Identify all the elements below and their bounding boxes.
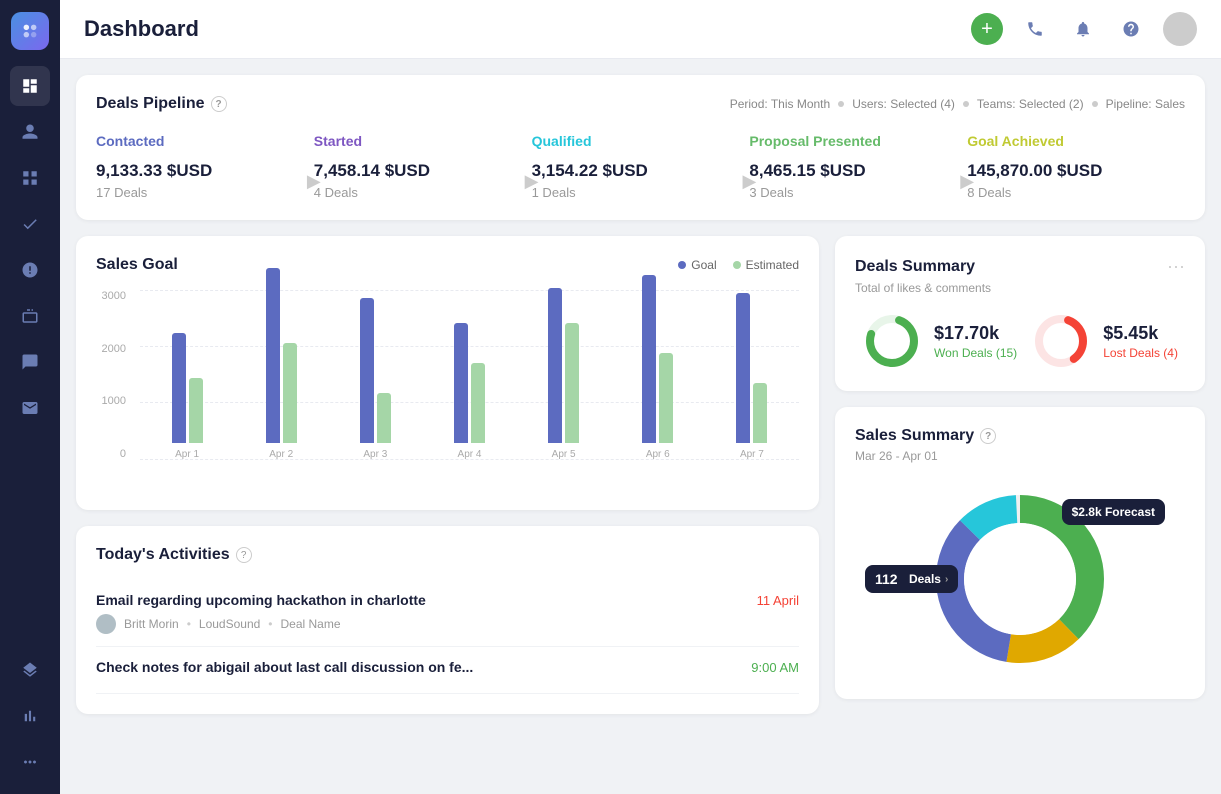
bar-group-2: Apr 2: [266, 268, 297, 460]
bar-est-4: [471, 363, 485, 443]
bar-group-1: Apr 1: [172, 333, 203, 460]
bar-group-5: Apr 5: [548, 288, 579, 460]
pipeline-stage-qualified: Qualified 3,154.22 $USD 1 Deals ▶: [532, 133, 750, 200]
add-button[interactable]: +: [971, 13, 1003, 45]
help-icon[interactable]: [1115, 13, 1147, 45]
deals-pipeline-card: Deals Pipeline ? Period: This Month User…: [76, 75, 1205, 220]
sidebar-item-dashboard[interactable]: [10, 66, 50, 106]
sales-goal-card: Sales Goal Goal Estimated: [76, 236, 819, 510]
sales-summary-card: Sales Summary ? Mar 26 - Apr 01: [835, 407, 1205, 699]
won-donut: [862, 311, 922, 371]
bar-est-1: [189, 378, 203, 443]
sidebar-item-more[interactable]: [10, 742, 50, 782]
content-area: Deals Pipeline ? Period: This Month User…: [60, 59, 1221, 794]
deals-summary-more[interactable]: ···: [1167, 256, 1185, 277]
bar-goal-5: [548, 288, 562, 443]
won-deal-info: $17.70k Won Deals (15): [934, 323, 1017, 360]
legend-estimated: Estimated: [733, 258, 799, 272]
lost-donut: [1031, 311, 1091, 371]
sidebar-item-reports[interactable]: [10, 696, 50, 736]
bar-group-3: Apr 3: [360, 298, 391, 460]
sales-summary-title-row: Sales Summary ?: [855, 427, 1185, 445]
phone-icon[interactable]: [1019, 13, 1051, 45]
stage-arrow-4: ▶: [957, 171, 977, 191]
notifications-icon[interactable]: [1067, 13, 1099, 45]
bar-goal-3: [360, 298, 374, 443]
two-col-section: Sales Goal Goal Estimated: [76, 236, 1205, 714]
chart-bars-wrapper: Apr 1 Apr 2: [140, 290, 799, 490]
deals-count-badge: 112 Deals ›: [865, 565, 958, 593]
page-title: Dashboard: [84, 16, 199, 42]
deals-summary-items: $17.70k Won Deals (15): [855, 311, 1185, 371]
pipeline-stage-goal: Goal Achieved 145,870.00 $USD 8 Deals: [967, 133, 1185, 200]
right-column: Deals Summary ··· Total of likes & comme…: [835, 236, 1205, 714]
sidebar-item-grid[interactable]: [10, 158, 50, 198]
activity-item-2: Check notes for abigail about last call …: [96, 647, 799, 694]
sidebar-item-messages[interactable]: [10, 342, 50, 382]
goal-dot: [678, 261, 686, 269]
chart-header: Sales Goal Goal Estimated: [96, 256, 799, 274]
sidebar-item-finance[interactable]: [10, 250, 50, 290]
sidebar: [0, 0, 60, 794]
bar-group-7: Apr 7: [736, 293, 767, 460]
header: Dashboard +: [60, 0, 1221, 59]
activity-meta-1: Britt Morin • LoudSound • Deal Name: [96, 614, 799, 634]
pipeline-stage-proposal: Proposal Presented 8,465.15 $USD 3 Deals…: [749, 133, 967, 200]
pipeline-header: Deals Pipeline ? Period: This Month User…: [96, 95, 1185, 113]
activity-item-1: Email regarding upcoming hackathon in ch…: [96, 580, 799, 647]
bar-group-6: Apr 6: [642, 275, 673, 460]
bar-group-4: Apr 4: [454, 323, 485, 460]
sales-summary-help-icon[interactable]: ?: [980, 428, 996, 444]
stage-arrow-3: ▶: [739, 171, 759, 191]
sidebar-item-email[interactable]: [10, 388, 50, 428]
deals-summary-header: Deals Summary ···: [855, 256, 1185, 277]
header-actions: +: [971, 12, 1197, 46]
activity-avatar-1: [96, 614, 116, 634]
pipeline-stage-contacted: Contacted 9,133.33 $USD 17 Deals ▶: [96, 133, 314, 200]
sales-donut-area: 112 Deals › $2.8k Forecast: [855, 479, 1185, 679]
app-logo[interactable]: [11, 12, 49, 50]
bar-goal-1: [172, 333, 186, 443]
bar-goal-2: [266, 268, 280, 443]
bar-goal-4: [454, 323, 468, 443]
y-axis: 3000 2000 1000 0: [96, 290, 132, 460]
pipeline-stages: Contacted 9,133.33 $USD 17 Deals ▶ Start…: [96, 133, 1185, 200]
user-avatar[interactable]: [1163, 12, 1197, 46]
main-content: Dashboard + Deals Pipeline ?: [60, 0, 1221, 794]
legend-goal: Goal: [678, 258, 716, 272]
left-column: Sales Goal Goal Estimated: [76, 236, 819, 714]
activities-help-icon[interactable]: ?: [236, 547, 252, 563]
pipeline-stage-started: Started 7,458.14 $USD 4 Deals ▶: [314, 133, 532, 200]
forecast-badge: $2.8k Forecast: [1062, 499, 1165, 525]
sidebar-item-products[interactable]: [10, 296, 50, 336]
lost-deal-info: $5.45k Lost Deals (4): [1103, 323, 1178, 360]
pipeline-title: Deals Pipeline ?: [96, 95, 227, 113]
chart-area: 3000 2000 1000 0: [96, 290, 799, 490]
deals-summary-card: Deals Summary ··· Total of likes & comme…: [835, 236, 1205, 391]
activities-header: Today's Activities ?: [96, 546, 799, 564]
pipeline-help-icon[interactable]: ?: [211, 96, 227, 112]
won-deals-item: $17.70k Won Deals (15): [862, 311, 1017, 371]
bars-container: Apr 1 Apr 2: [140, 290, 799, 460]
stage-arrow-2: ▶: [522, 171, 542, 191]
sidebar-item-tasks[interactable]: [10, 204, 50, 244]
lost-deals-item: $5.45k Lost Deals (4): [1031, 311, 1178, 371]
chart-legend: Goal Estimated: [678, 258, 799, 272]
bar-est-7: [753, 383, 767, 443]
bar-est-2: [283, 343, 297, 443]
bar-goal-6: [642, 275, 656, 443]
estimated-dot: [733, 261, 741, 269]
activities-card: Today's Activities ? Email regarding upc…: [76, 526, 819, 714]
sidebar-item-users[interactable]: [10, 112, 50, 152]
pipeline-filters: Period: This Month Users: Selected (4) T…: [730, 97, 1185, 111]
stage-arrow-1: ▶: [304, 171, 324, 191]
bar-est-6: [659, 353, 673, 443]
sidebar-item-layers[interactable]: [10, 650, 50, 690]
bar-goal-7: [736, 293, 750, 443]
bar-est-5: [565, 323, 579, 443]
bar-est-3: [377, 393, 391, 443]
